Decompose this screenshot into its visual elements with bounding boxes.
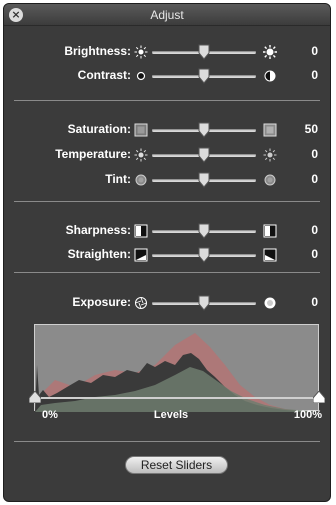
tint-label: Tint: — [105, 172, 131, 186]
tint-value: 0 — [311, 172, 318, 186]
divider — [14, 201, 320, 202]
levels-label: Levels — [153, 409, 189, 421]
brightness-slider-thumb[interactable] — [198, 44, 210, 60]
levels-high-handle[interactable] — [312, 390, 326, 404]
adjust-panel: × Adjust Brightness: 0 Contrast: 0 Saturatio… — [3, 3, 331, 502]
sharpness-slider-thumb[interactable] — [198, 223, 210, 239]
sharpness-label: Sharpness: — [65, 223, 131, 237]
divider — [14, 100, 320, 101]
contrast-slider-thumb[interactable] — [198, 68, 210, 84]
straighten-slider-thumb[interactable] — [198, 247, 210, 263]
straighten-label: Straighten: — [67, 247, 131, 261]
half-circle-icon — [263, 69, 277, 83]
temperature-label: Temperature: — [55, 147, 131, 161]
aperture-icon — [134, 296, 148, 310]
levels-track[interactable] — [35, 397, 319, 399]
contrast-value: 0 — [311, 68, 318, 82]
slider-row-straighten: Straighten: 0 — [4, 245, 330, 265]
exposure-value: 0 — [311, 295, 318, 309]
levels-low-handle[interactable] — [28, 390, 42, 404]
exposure-slider-thumb[interactable] — [198, 295, 210, 311]
temperature-value: 0 — [311, 147, 318, 161]
title-bar[interactable]: × Adjust — [4, 4, 330, 26]
sun-cool-icon — [134, 148, 148, 162]
gray-square-icon — [134, 123, 148, 137]
tint-circle-left-icon — [134, 173, 148, 187]
saturation-slider-thumb[interactable] — [198, 122, 210, 138]
slider-row-exposure: Exposure: 0 — [4, 293, 330, 313]
sun-large-icon — [263, 45, 277, 59]
divider — [14, 441, 320, 442]
tint-circle-right-icon — [263, 173, 277, 187]
divider — [14, 272, 320, 273]
sun-small-icon — [134, 45, 148, 59]
sharpness-value: 0 — [311, 223, 318, 237]
reset-sliders-button[interactable]: Reset Sliders — [125, 456, 228, 474]
saturation-value: 50 — [304, 122, 318, 136]
straighten-right-icon — [263, 248, 277, 262]
slider-row-brightness: Brightness: 0 — [4, 42, 330, 62]
saturation-label: Saturation: — [67, 122, 131, 136]
slider-row-contrast: Contrast: 0 — [4, 66, 330, 86]
sun-warm-icon — [263, 148, 277, 162]
straighten-left-icon — [134, 248, 148, 262]
brightness-label: Brightness: — [64, 44, 131, 58]
dot-icon — [134, 69, 148, 83]
brightness-value: 0 — [311, 44, 318, 58]
window-title: Adjust — [150, 8, 184, 22]
exposure-circle-icon — [263, 296, 277, 310]
sharpness-low-icon — [134, 224, 148, 238]
tint-slider-thumb[interactable] — [198, 172, 210, 188]
temperature-slider-thumb[interactable] — [198, 147, 210, 163]
slider-row-tint: Tint: 0 — [4, 170, 330, 190]
levels-max-label: 100% — [293, 409, 322, 421]
contrast-label: Contrast: — [77, 68, 131, 82]
color-square-icon — [263, 123, 277, 137]
sharpness-high-icon — [263, 224, 277, 238]
straighten-value: 0 — [311, 247, 318, 261]
slider-row-saturation: Saturation: 50 — [4, 120, 330, 140]
exposure-label: Exposure: — [72, 295, 131, 309]
slider-row-temperature: Temperature: 0 — [4, 145, 330, 165]
slider-row-sharpness: Sharpness: 0 — [4, 221, 330, 241]
